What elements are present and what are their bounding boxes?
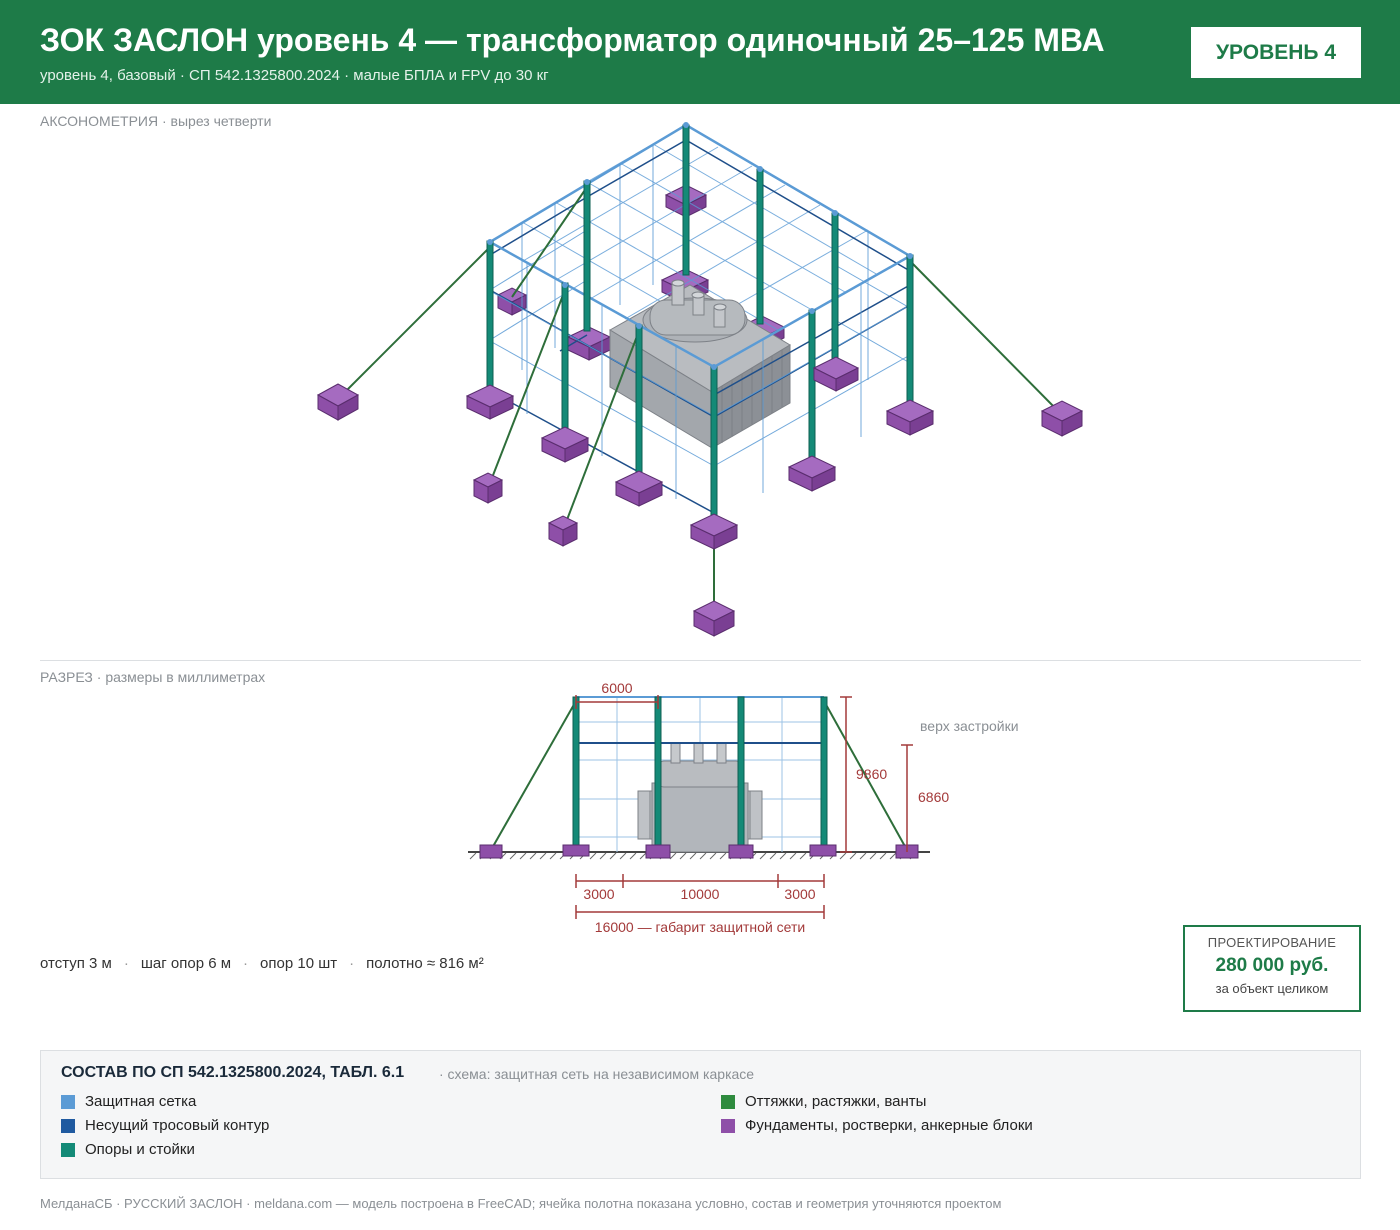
- legend-item-label: Защитная сетка: [85, 1093, 197, 1110]
- foundation-block: [614, 470, 664, 507]
- legend-swatch: [721, 1118, 735, 1133]
- page-subtitle: уровень 4, базовый · СП 542.1325800.2024…: [40, 67, 549, 84]
- dim-offset-left: 3000: [583, 886, 614, 902]
- foundation-block: [479, 844, 503, 859]
- foundation-block: [728, 844, 754, 859]
- support-column: [710, 366, 718, 523]
- support-column: [831, 212, 839, 364]
- price-caption: ПРОЕКТИРОВАНИЕ: [1207, 935, 1337, 950]
- dim-middle: 10000: [681, 886, 720, 902]
- foundation-block: [689, 513, 739, 550]
- legend-swatch: [61, 1142, 75, 1157]
- stat-pitch: шаг опор 6 м: [140, 955, 232, 972]
- level-badge: УРОВЕНЬ 4: [1191, 27, 1361, 78]
- support-column: [654, 696, 662, 848]
- stats-line: отступ 3 м · шаг опор 6 м · опор 10 шт · полот…: [40, 955, 484, 972]
- legend-swatch: [61, 1118, 75, 1133]
- legend-item-label: Несущий тросовый контур: [85, 1117, 270, 1134]
- legend-item-foundations: Фундаменты, ростверки, анкерные блоки: [721, 1117, 1033, 1134]
- build-top-label: верх застройки: [920, 718, 1019, 734]
- legend-title: СОСТАВ ПО СП 542.1325800.2024, ТАБЛ. 6.1: [61, 1064, 405, 1081]
- footer-text: МелданаСБ · РУССКИЙ ЗАСЛОН · meldana.com…: [40, 1196, 1002, 1211]
- stat-area: полотно ≈ 816 м²: [366, 955, 484, 972]
- support-column: [820, 696, 828, 848]
- legend-item-cable: Несущий тросовый контур: [61, 1117, 269, 1134]
- legend-item-label: Оттяжки, растяжки, ванты: [745, 1093, 927, 1110]
- legend-item-supports: Опоры и стойки: [61, 1141, 195, 1158]
- dim-top-span: 6000: [601, 680, 632, 696]
- foundation-block: [692, 600, 736, 637]
- foundation-block: [540, 426, 590, 463]
- price-box: ПРОЕКТИРОВАНИЕ 280 000 руб. за объект це…: [1183, 925, 1361, 1012]
- support-column: [561, 282, 569, 439]
- dim-height-build: 6860: [918, 789, 949, 805]
- support-column: [635, 324, 643, 486]
- foundation-block: [316, 383, 360, 421]
- price-value: 280 000 руб.: [1215, 955, 1329, 976]
- legend-panel: СОСТАВ ПО СП 542.1325800.2024, ТАБЛ. 6.1…: [40, 1050, 1361, 1179]
- foundation-block: [812, 356, 860, 392]
- dim-offset-right: 3000: [784, 886, 815, 902]
- foundation-block: [472, 472, 504, 504]
- support-column: [682, 124, 690, 276]
- stat-offset: отступ 3 м: [40, 955, 112, 972]
- foundation-block: [885, 399, 935, 436]
- page-title: ЗОК ЗАСЛОН уровень 4 — трансформатор оди…: [40, 22, 1105, 58]
- foundation-block: [645, 844, 671, 859]
- legend-swatch: [721, 1094, 735, 1109]
- dim-overall: 16000 — габарит защитной сети: [595, 919, 805, 935]
- legend-item-mesh: Защитная сетка: [61, 1093, 196, 1110]
- foundation-block: [547, 515, 579, 547]
- support-column: [583, 180, 591, 332]
- foundation-block: [465, 384, 515, 420]
- support-column: [572, 696, 580, 848]
- legend-item-guys: Оттяжки, растяжки, ванты: [721, 1093, 926, 1110]
- foundation-block: [1040, 400, 1084, 437]
- stat-supports: опор 10 шт: [260, 955, 338, 972]
- legend-item-label: Фундаменты, ростверки, анкерные блоки: [745, 1117, 1033, 1134]
- support-column: [756, 168, 764, 325]
- section-drawing: 6000 9860 6860 3000 10000 3000 16000 — г…: [468, 680, 1019, 935]
- support-column: [737, 696, 745, 848]
- price-note: за объект целиком: [1215, 981, 1329, 996]
- foundation-block: [809, 844, 837, 857]
- support-column: [486, 240, 494, 397]
- dim-height-total: 9860: [856, 766, 887, 782]
- ground-line: [468, 851, 930, 860]
- legend-item-label: Опоры и стойки: [85, 1141, 195, 1158]
- legend-note: · схема: защитная сеть на независимом ка…: [439, 1066, 755, 1082]
- section-divider: [40, 660, 1361, 661]
- support-column: [808, 309, 816, 471]
- foundation-block: [787, 455, 837, 492]
- axonometry-drawing: [316, 122, 1084, 637]
- legend-swatch: [61, 1094, 75, 1109]
- foundation-block: [562, 844, 590, 857]
- support-column: [906, 254, 914, 411]
- header: ЗОК ЗАСЛОН уровень 4 — трансформатор оди…: [0, 0, 1400, 104]
